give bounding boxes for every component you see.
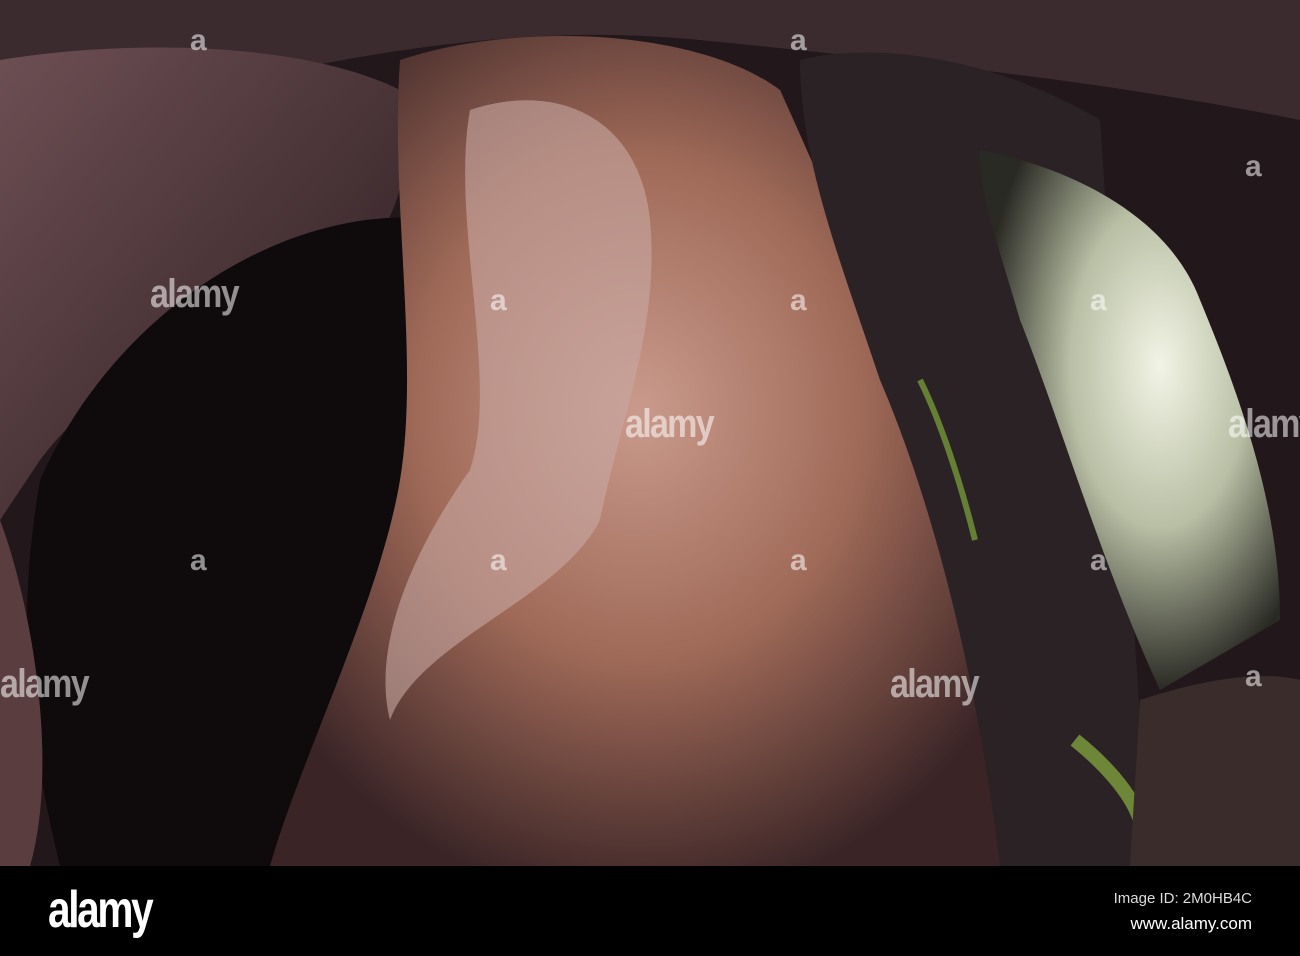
watermark-text: alamy bbox=[890, 662, 980, 706]
watermark-text: alamy bbox=[1228, 402, 1300, 446]
watermark-a-icon: a bbox=[490, 284, 507, 317]
watermark-a-icon: a bbox=[190, 24, 207, 57]
cave-photo: alamy alamy alamy alamy alamy a a a a a … bbox=[0, 0, 1300, 866]
watermark-text: alamy bbox=[625, 402, 715, 446]
watermark-a-icon: a bbox=[490, 544, 507, 577]
watermark-a-icon: a bbox=[1245, 660, 1262, 693]
alamy-logo: alamy bbox=[48, 881, 154, 939]
watermark-a-icon: a bbox=[1245, 150, 1262, 183]
footer-bar: alamy Image ID: 2M0HB4C www.alamy.com bbox=[0, 866, 1300, 956]
watermark-a-icon: a bbox=[790, 284, 807, 317]
site-url: www.alamy.com bbox=[1130, 914, 1252, 933]
watermark-text: alamy bbox=[150, 272, 240, 316]
watermark-a-icon: a bbox=[1090, 284, 1107, 317]
watermark-a-icon: a bbox=[790, 544, 807, 577]
watermark-a-icon: a bbox=[790, 24, 807, 57]
stock-photo-page: alamy alamy alamy alamy alamy a a a a a … bbox=[0, 0, 1300, 956]
watermark-text: alamy bbox=[0, 662, 90, 706]
watermark-a-icon: a bbox=[190, 544, 207, 577]
cave-floor bbox=[1130, 676, 1300, 866]
image-id: Image ID: 2M0HB4C bbox=[1113, 890, 1252, 907]
watermark-a-icon: a bbox=[1090, 544, 1107, 577]
